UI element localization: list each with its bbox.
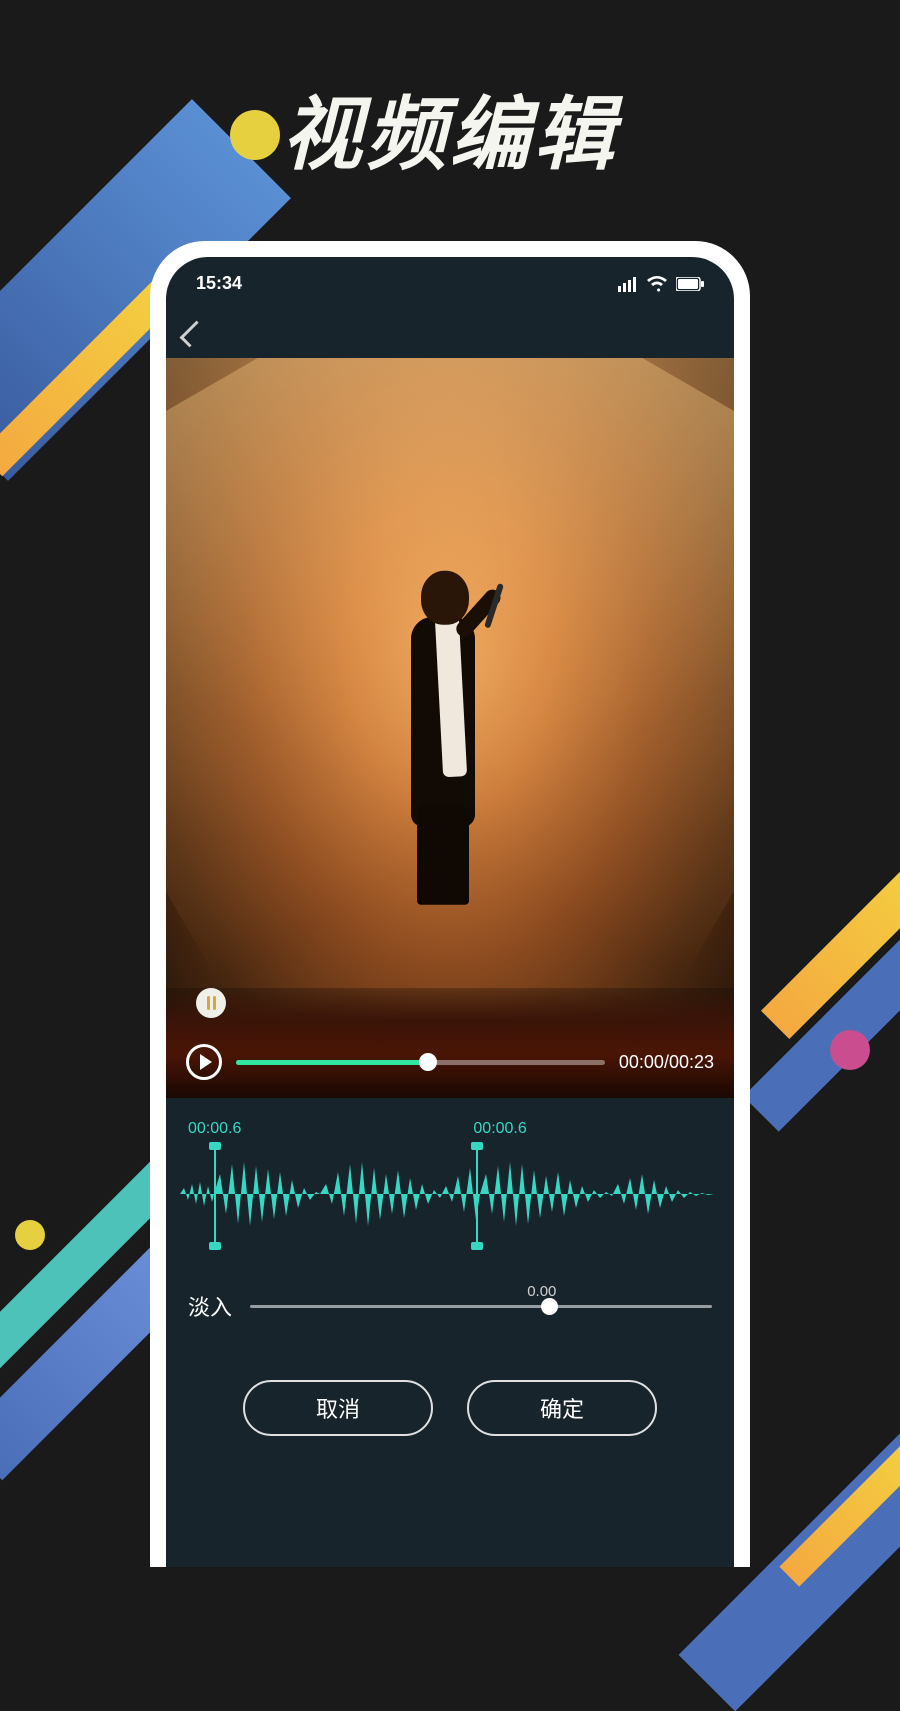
phone-screen: 15:34: [166, 257, 734, 1567]
page-title: 视频编辑: [0, 70, 900, 186]
status-time: 15:34: [196, 273, 242, 294]
time-display: 00:00/00:23: [619, 1052, 714, 1073]
trim-marker-end[interactable]: [476, 1144, 478, 1248]
audio-waveform[interactable]: [180, 1144, 720, 1248]
trim-start-label: 00:00.6: [188, 1120, 241, 1138]
nav-bar: [166, 306, 734, 358]
playback-controls: 00:00/00:23: [166, 1044, 734, 1080]
play-button[interactable]: [186, 1044, 222, 1080]
wifi-icon: [646, 276, 668, 292]
trim-time-labels: 00:00.6 00:00.6: [166, 1120, 734, 1144]
bg-dot: [830, 1030, 870, 1070]
progress-fill: [236, 1060, 428, 1065]
trim-handle-icon[interactable]: [196, 988, 226, 1018]
phone-frame: 15:34: [150, 241, 750, 1567]
status-indicators: [618, 276, 704, 292]
fade-in-control: 淡入 0.00: [166, 1248, 734, 1322]
fade-slider-thumb[interactable]: [541, 1298, 558, 1315]
cancel-button[interactable]: 取消: [243, 1380, 433, 1436]
battery-icon: [676, 277, 704, 291]
progress-bar[interactable]: [236, 1060, 605, 1065]
fade-in-label: 淡入: [188, 1290, 232, 1322]
signal-icon: [618, 276, 638, 292]
back-button[interactable]: [180, 321, 207, 348]
trim-marker-start[interactable]: [214, 1144, 216, 1248]
singer-silhouette: [363, 565, 513, 905]
fade-in-value: 0.00: [527, 1283, 556, 1300]
video-preview[interactable]: 00:00/00:23: [166, 358, 734, 1098]
status-bar: 15:34: [166, 257, 734, 306]
action-buttons: 取消 确定: [166, 1380, 734, 1436]
waveform-svg: [180, 1144, 720, 1244]
trim-end-label: 00:00.6: [473, 1120, 526, 1138]
bg-dot: [15, 1220, 45, 1250]
audio-editor-panel: 00:00.6 00:00.6 淡入 0.00: [166, 1098, 734, 1436]
fade-in-slider[interactable]: 0.00: [250, 1305, 712, 1308]
video-lower-strip: [166, 988, 734, 1098]
confirm-button[interactable]: 确定: [467, 1380, 657, 1436]
